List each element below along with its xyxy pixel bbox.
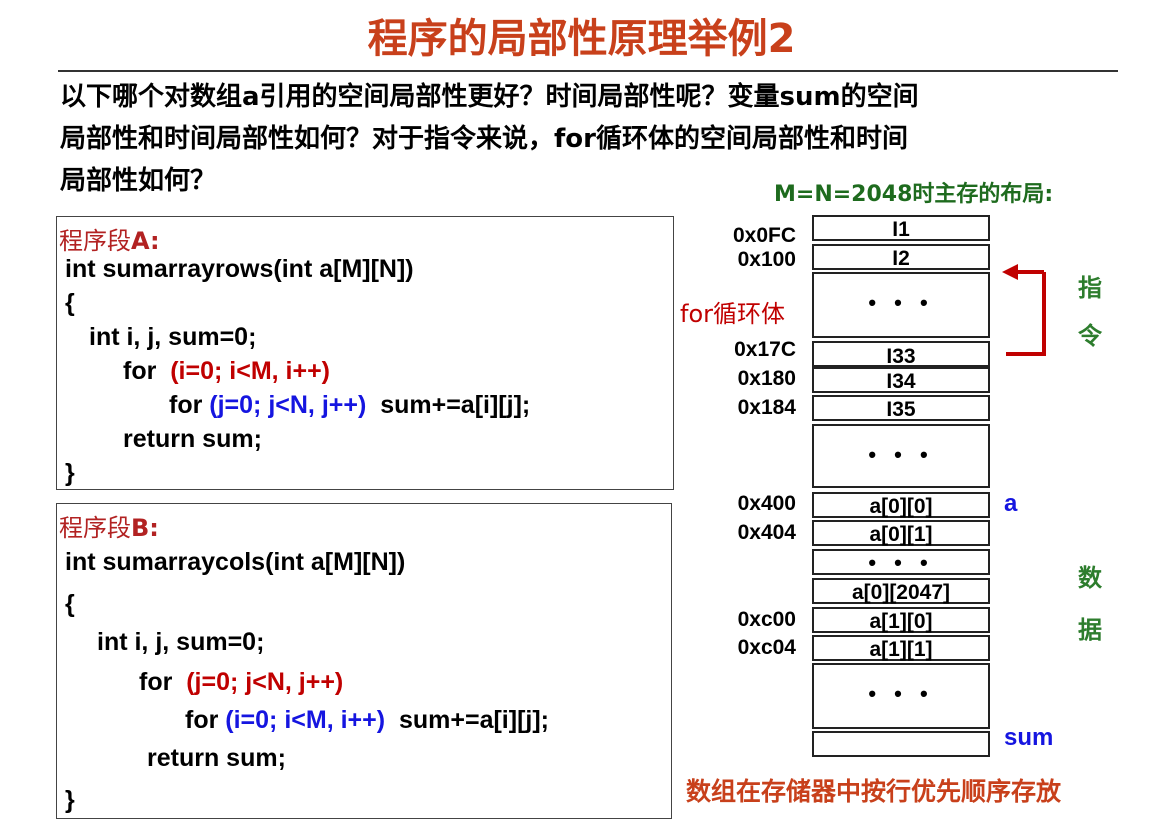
- for-loop-body-label: for循环体: [680, 300, 785, 328]
- row-major-footer: 数组在存储器中按行优先顺序存放: [686, 777, 1062, 806]
- memory-cell-ellipsis-row0: • • •: [812, 549, 990, 575]
- memory-cell-sum: [812, 731, 990, 757]
- segment-a-inner-loop: for (j=0; j<N, j++) sum+=a[i][j];: [169, 391, 531, 419]
- address-0x180: 0x180: [737, 367, 796, 390]
- segment-b-label: 程序段B:: [59, 514, 159, 542]
- segment-b-return: return sum;: [147, 744, 286, 772]
- segment-a-close-brace: }: [65, 459, 75, 487]
- memory-caption: M=N=2048时主存的布局:: [774, 182, 1054, 207]
- title-rule: [58, 70, 1118, 72]
- question-line-3: 局部性如何？: [60, 166, 217, 196]
- segment-a-return: return sum;: [123, 425, 262, 453]
- address-0xc04: 0xc04: [737, 636, 796, 659]
- memory-cell-i34: I34: [812, 367, 990, 393]
- address-0x0fc: 0x0FC: [732, 224, 796, 247]
- segment-b-decl: int i, j, sum=0;: [97, 628, 265, 656]
- segment-a-decl: int i, j, sum=0;: [89, 323, 257, 351]
- memory-cell-a00: a[0][0]: [812, 492, 990, 518]
- address-0xc00: 0xc00: [737, 608, 796, 631]
- code-segment-b: 程序段B: int sumarraycols(int a[M][N]) { in…: [56, 503, 672, 819]
- data-label-char-1: 数: [1078, 564, 1102, 592]
- memory-cell-ellipsis-instructions: • • •: [812, 272, 990, 338]
- segment-a-outer-loop: for (i=0; i<M, i++): [123, 357, 331, 385]
- instruction-label-char-2: 令: [1078, 322, 1102, 350]
- segment-b-close-brace: }: [65, 786, 75, 814]
- segment-a-label: 程序段A:: [59, 227, 160, 255]
- memory-cell-a11: a[1][1]: [812, 635, 990, 661]
- memory-cell-a0-2047: a[0][2047]: [812, 578, 990, 604]
- memory-cell-ellipsis-data: • • •: [812, 663, 990, 729]
- address-0x184: 0x184: [737, 396, 796, 419]
- memory-cell-i1: I1: [812, 215, 990, 241]
- segment-b-inner-loop: for (i=0; i<M, i++) sum+=a[i][j];: [185, 706, 549, 734]
- address-0x404: 0x404: [737, 521, 796, 544]
- memory-cell-i33: I33: [812, 341, 990, 367]
- address-0x17c: 0x17C: [734, 338, 796, 361]
- memory-cell-a01: a[0][1]: [812, 520, 990, 546]
- sum-label: sum: [1004, 724, 1054, 751]
- address-0x400: 0x400: [737, 492, 796, 515]
- memory-cell-a10: a[1][0]: [812, 607, 990, 633]
- segment-a-signature: int sumarrayrows(int a[M][N]): [65, 255, 414, 283]
- question-line-1: 以下哪个对数组a引用的空间局部性更好？时间局部性呢？变量sum的空间: [60, 82, 919, 112]
- segment-b-outer-loop: for (j=0; j<N, j++): [139, 668, 344, 696]
- code-segment-a: 程序段A: int sumarrayrows(int a[M][N]) { in…: [56, 216, 674, 490]
- memory-cell-i35: I35: [812, 395, 990, 421]
- array-a-label: a: [1004, 490, 1018, 517]
- question-line-2: 局部性和时间局部性如何？对于指令来说，for循环体的空间局部性和时间: [60, 124, 908, 154]
- page-title: 程序的局部性原理举例2: [367, 16, 796, 62]
- segment-b-open-brace: {: [65, 590, 75, 618]
- segment-a-open-brace: {: [65, 289, 75, 317]
- instruction-label-char-1: 指: [1078, 274, 1102, 302]
- address-0x100: 0x100: [737, 248, 796, 271]
- memory-cell-ellipsis-gap: • • •: [812, 424, 990, 488]
- segment-b-signature: int sumarraycols(int a[M][N]): [65, 548, 406, 576]
- loop-bracket-arrow-icon: [1002, 264, 1046, 356]
- memory-cell-i2: I2: [812, 244, 990, 270]
- data-label-char-2: 据: [1078, 616, 1102, 644]
